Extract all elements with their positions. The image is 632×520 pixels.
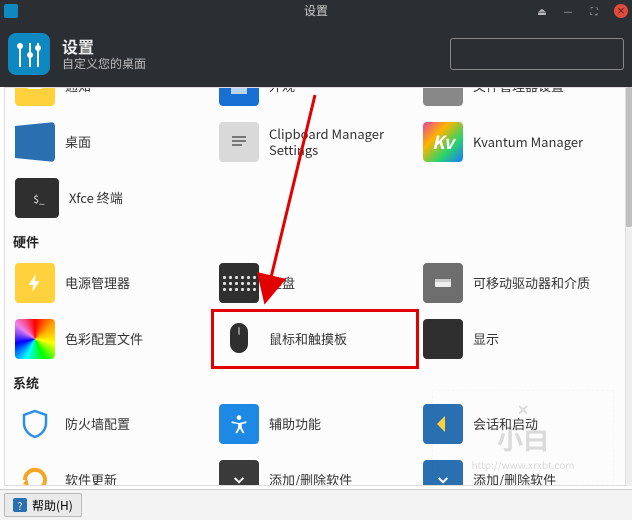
mouse-icon — [219, 319, 259, 359]
window-maximize-button[interactable]: ⛶ — [588, 5, 600, 17]
footer: ? 帮助(H) — [0, 489, 632, 520]
item-label: 添加/删除软件 — [473, 472, 556, 486]
item-label: 鼠标和触摸板 — [269, 331, 347, 347]
item-software-update[interactable]: 软件更新 — [9, 452, 213, 486]
item-keyboard[interactable]: 键盘 — [213, 255, 417, 311]
item-xfce-terminal[interactable]: $_ Xfce 终端 — [9, 170, 213, 226]
item-mouse-touchpad[interactable]: 鼠标和触摸板 — [213, 311, 417, 367]
help-label: 帮助(H) — [32, 497, 73, 514]
item-removable-media[interactable]: 可移动驱动器和介质 — [417, 255, 621, 311]
item-clipboard-manager[interactable]: Clipboard Manager Settings — [213, 114, 417, 170]
header: 设置 自定义您的桌面 — [0, 21, 632, 87]
item-label: 添加/删除软件 — [269, 472, 352, 486]
item-label: 文件管理器设置 — [473, 87, 564, 94]
scrollbar[interactable] — [626, 87, 632, 486]
download-icon — [219, 460, 259, 486]
window-close-button[interactable]: × — [614, 4, 628, 18]
power-icon — [15, 263, 55, 303]
item-color-profiles[interactable]: 色彩配置文件 — [9, 311, 213, 367]
system-grid: 防火墙配置 辅助功能 会话和启动 软件更新 添加/删除软件 添加/删除软件 — [9, 396, 621, 486]
search-box[interactable] — [450, 38, 624, 70]
appearance-icon — [219, 87, 259, 106]
item-power-manager[interactable]: 电源管理器 — [9, 255, 213, 311]
accessibility-icon — [219, 404, 259, 444]
color-icon — [15, 319, 55, 359]
bell-icon — [15, 87, 55, 106]
item-kvantum-manager[interactable]: Kv Kvantum Manager — [417, 114, 621, 170]
scrollbar-thumb[interactable] — [626, 87, 632, 227]
kvantum-icon: Kv — [423, 122, 463, 162]
desktop-icon — [15, 122, 55, 162]
item-label: Xfce 终端 — [69, 190, 123, 206]
window-buttons: ⏏ — ⛶ × — [536, 0, 628, 21]
header-subtitle: 自定义您的桌面 — [62, 56, 438, 72]
item-appearance[interactable]: 外观 — [213, 87, 417, 114]
header-text: 设置 自定义您的桌面 — [62, 36, 438, 72]
item-label: 通知 — [65, 87, 91, 94]
item-label: 辅助功能 — [269, 416, 321, 432]
download-icon — [423, 460, 463, 486]
item-label: 防火墙配置 — [65, 416, 130, 432]
section-system-title: 系统 — [9, 367, 621, 396]
titlebar-app-icon — [4, 4, 18, 18]
section-hardware-title: 硬件 — [9, 226, 621, 255]
display-icon — [423, 319, 463, 359]
clipboard-icon — [219, 122, 259, 162]
item-label: Kvantum Manager — [473, 134, 583, 150]
update-icon — [15, 460, 55, 486]
item-label: 可移动驱动器和介质 — [473, 275, 590, 291]
item-display[interactable]: 显示 — [417, 311, 621, 367]
settings-scroll-area[interactable]: 通知 外观 文件管理器设置 桌面 Clipboard Manager Setti… — [4, 87, 626, 486]
window-shade-button[interactable]: ⏏ — [536, 5, 548, 17]
item-label: 色彩配置文件 — [65, 331, 143, 347]
hardware-grid: 电源管理器 键盘 可移动驱动器和介质 色彩配置文件 鼠标和触摸板 — [9, 255, 621, 367]
item-accessibility[interactable]: 辅助功能 — [213, 396, 417, 452]
item-label: 显示 — [473, 331, 499, 347]
item-label: 键盘 — [269, 275, 295, 291]
item-label: 会话和启动 — [473, 416, 538, 432]
item-desktop[interactable]: 桌面 — [9, 114, 213, 170]
item-notifications[interactable]: 通知 — [9, 87, 213, 114]
settings-app-icon — [8, 33, 50, 75]
header-title: 设置 — [62, 36, 438, 56]
help-button[interactable]: ? 帮助(H) — [4, 493, 82, 517]
item-label: 桌面 — [65, 134, 91, 150]
session-icon — [423, 404, 463, 444]
item-label: 软件更新 — [65, 472, 117, 486]
terminal-icon: $_ — [15, 178, 59, 218]
shield-icon — [15, 404, 55, 444]
item-file-manager-settings[interactable]: 文件管理器设置 — [417, 87, 621, 114]
window-minimize-button[interactable]: — — [562, 5, 574, 17]
item-add-remove-software-2[interactable]: 添加/删除软件 — [417, 452, 621, 486]
help-icon: ? — [13, 498, 27, 512]
item-label: 电源管理器 — [65, 275, 130, 291]
item-label: Clipboard Manager Settings — [269, 126, 411, 158]
item-firewall[interactable]: 防火墙配置 — [9, 396, 213, 452]
personal-grid: 通知 外观 文件管理器设置 桌面 Clipboard Manager Setti… — [9, 87, 621, 226]
search-input[interactable] — [457, 46, 632, 63]
item-add-remove-software-1[interactable]: 添加/删除软件 — [213, 452, 417, 486]
keyboard-icon — [219, 263, 259, 303]
storage-icon — [423, 263, 463, 303]
file-manager-icon — [423, 87, 463, 106]
titlebar: 设置 ⏏ — ⛶ × — [0, 0, 632, 21]
item-session-startup[interactable]: 会话和启动 — [417, 396, 621, 452]
item-label: 外观 — [269, 87, 295, 94]
